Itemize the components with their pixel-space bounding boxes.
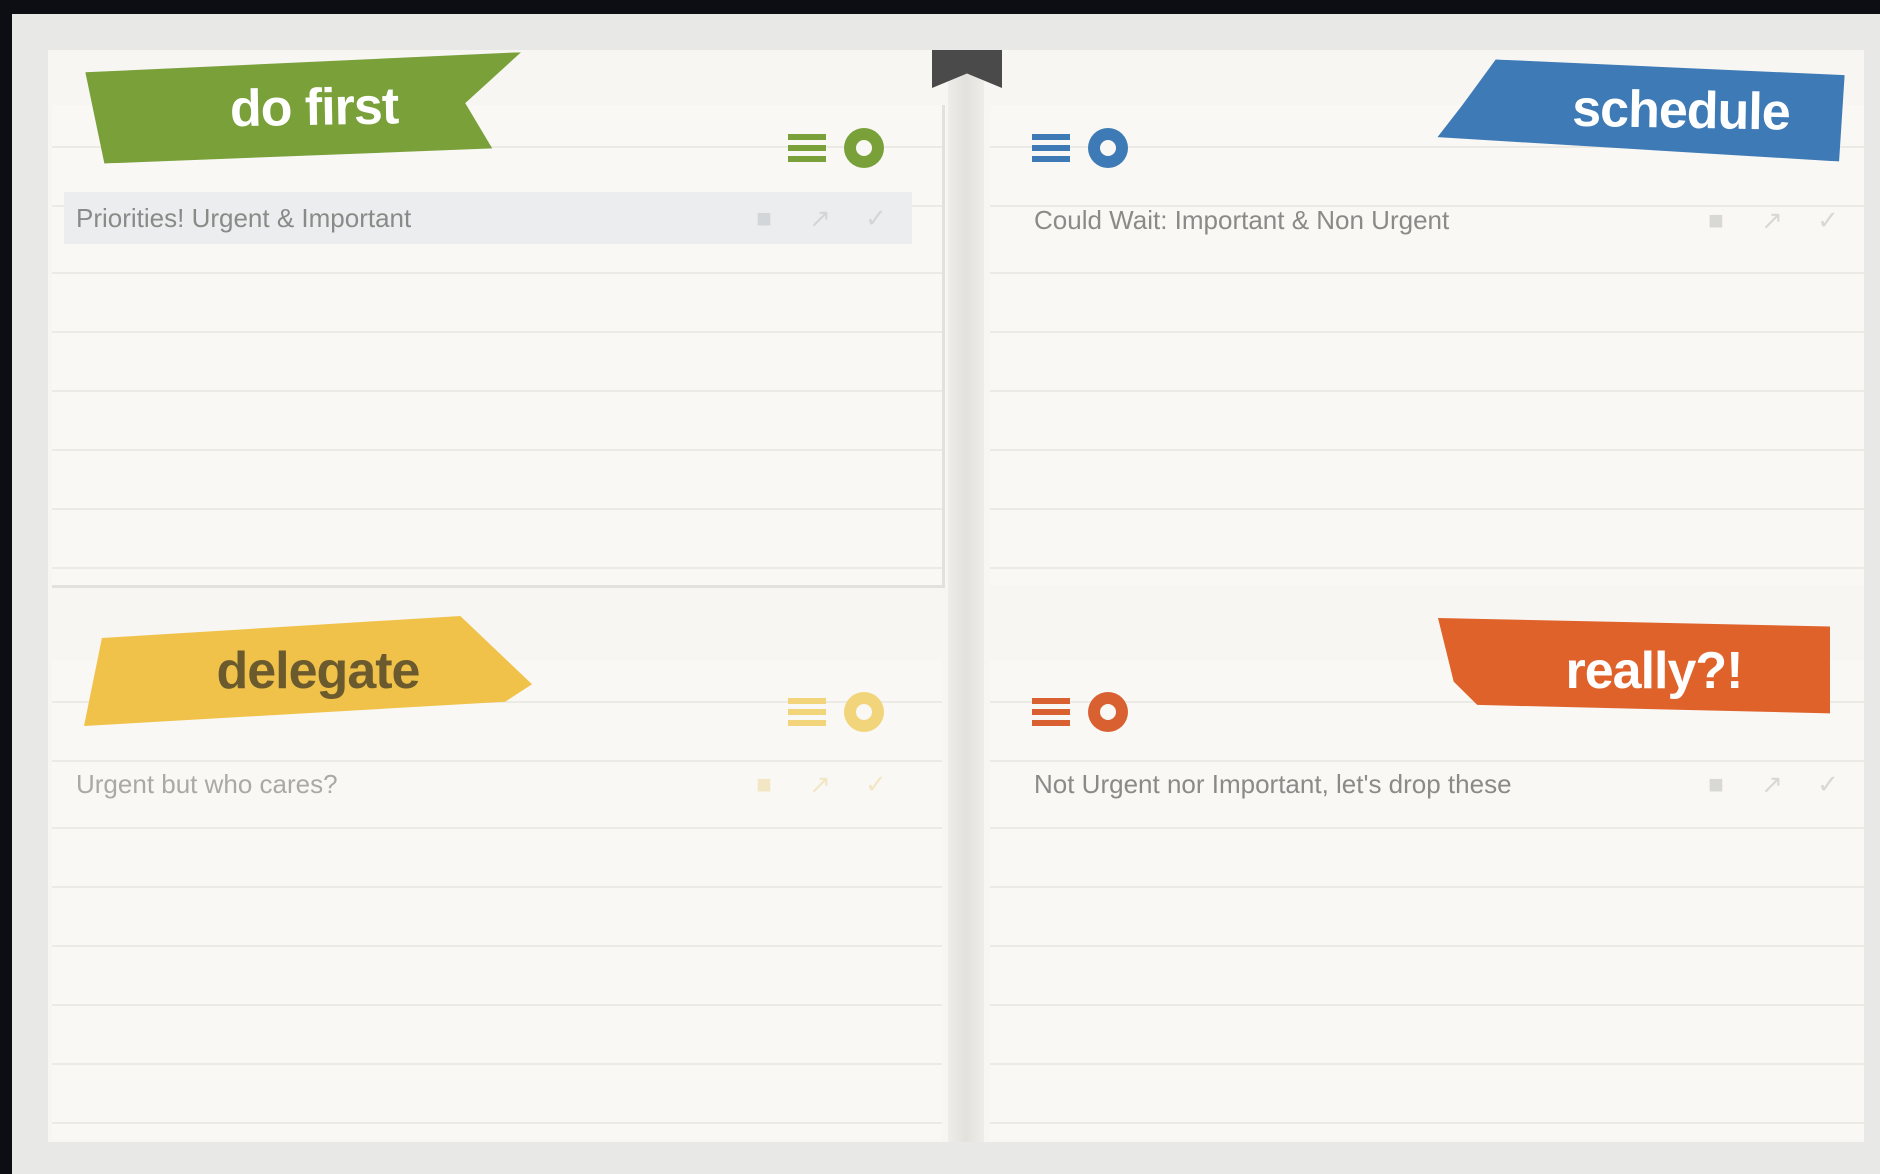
quadrant-schedule xyxy=(990,105,1864,585)
do-first-toolbar xyxy=(788,128,884,168)
delete-icon[interactable]: ■ xyxy=(750,769,778,799)
label-schedule-text: schedule xyxy=(1571,79,1791,142)
add-circle-icon[interactable] xyxy=(1088,128,1128,168)
move-icon[interactable]: ↗ xyxy=(806,203,834,233)
task-text[interactable]: Not Urgent nor Important, let's drop the… xyxy=(1034,769,1702,800)
task-row[interactable]: Could Wait: Important & Non Urgent ■ ↗ ✓ xyxy=(1022,194,1864,246)
check-icon[interactable]: ✓ xyxy=(1814,769,1842,799)
task-text[interactable]: Could Wait: Important & Non Urgent xyxy=(1034,205,1702,236)
delegate-toolbar xyxy=(788,692,884,732)
delete-icon[interactable]: ■ xyxy=(750,203,778,233)
delete-icon[interactable]: ■ xyxy=(1702,205,1730,235)
vertical-divider xyxy=(948,50,984,1142)
quadrant-delegate xyxy=(52,660,942,1140)
check-icon[interactable]: ✓ xyxy=(1814,205,1842,235)
check-icon[interactable]: ✓ xyxy=(862,203,890,233)
quadrant-really xyxy=(990,660,1864,1140)
schedule-toolbar xyxy=(1032,128,1128,168)
quadrant-do-first xyxy=(52,105,945,588)
label-really-text: really?! xyxy=(1565,642,1744,700)
add-circle-icon[interactable] xyxy=(1088,692,1128,732)
check-icon[interactable]: ✓ xyxy=(862,769,890,799)
label-do-first-text: do first xyxy=(229,77,399,139)
task-row[interactable]: Urgent but who cares? ■ ↗ ✓ xyxy=(64,758,912,810)
list-icon[interactable] xyxy=(788,132,826,164)
add-circle-icon[interactable] xyxy=(844,692,884,732)
list-icon[interactable] xyxy=(788,696,826,728)
list-icon[interactable] xyxy=(1032,696,1070,728)
task-row[interactable]: Priorities! Urgent & Important ■ ↗ ✓ xyxy=(64,192,912,244)
really-toolbar xyxy=(1032,692,1128,732)
delete-icon[interactable]: ■ xyxy=(1702,769,1730,799)
move-icon[interactable]: ↗ xyxy=(1758,205,1786,235)
list-icon[interactable] xyxy=(1032,132,1070,164)
move-icon[interactable]: ↗ xyxy=(806,769,834,799)
add-circle-icon[interactable] xyxy=(844,128,884,168)
task-row[interactable]: Not Urgent nor Important, let's drop the… xyxy=(1022,758,1864,810)
task-text[interactable]: Urgent but who cares? xyxy=(76,769,750,800)
task-text[interactable]: Priorities! Urgent & Important xyxy=(76,203,750,234)
label-delegate-text: delegate xyxy=(216,642,421,700)
move-icon[interactable]: ↗ xyxy=(1758,769,1786,799)
